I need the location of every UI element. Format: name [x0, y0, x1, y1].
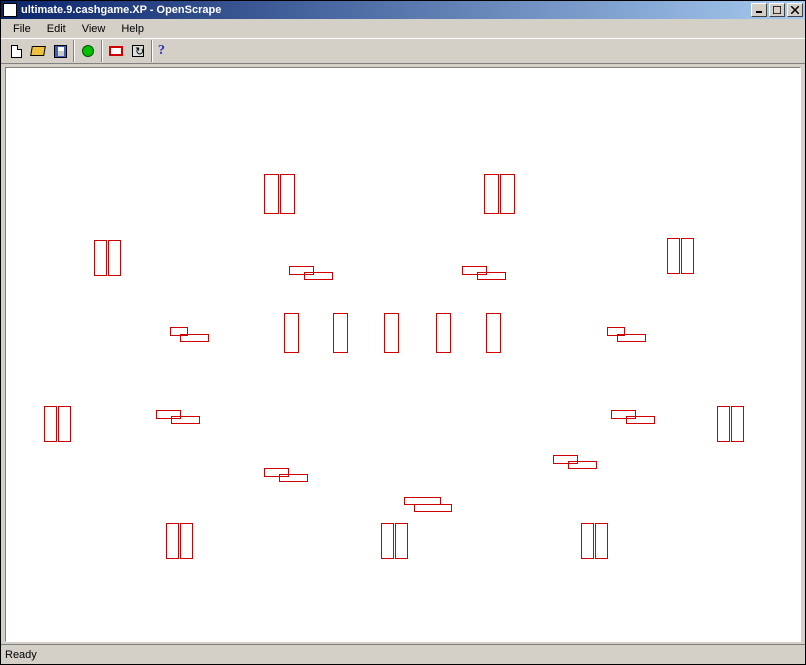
menu-view[interactable]: View: [74, 21, 114, 37]
menubar: File Edit View Help: [1, 19, 805, 38]
region-bet7-b[interactable]: [279, 474, 308, 482]
region-bet6-b[interactable]: [568, 461, 597, 469]
open-folder-icon: [30, 46, 46, 56]
region-board1[interactable]: [333, 313, 348, 353]
window-title: ultimate.9.cashgame.XP - OpenScrape: [21, 4, 751, 16]
toolbar: ?: [1, 38, 805, 64]
open-button[interactable]: [27, 40, 49, 62]
maximize-button[interactable]: [769, 3, 785, 17]
region-pot-b[interactable]: [414, 504, 452, 512]
region-bet5-b[interactable]: [626, 416, 655, 424]
minimize-button[interactable]: [751, 3, 767, 17]
canvas-area[interactable]: [5, 67, 801, 642]
region-p0-card1[interactable]: [280, 174, 295, 214]
save-button[interactable]: [49, 40, 71, 62]
new-button[interactable]: [5, 40, 27, 62]
region-p3-card1[interactable]: [681, 238, 694, 274]
connect-button[interactable]: [77, 40, 99, 62]
minimize-icon: [755, 6, 763, 14]
region-p2-card1[interactable]: [108, 240, 121, 276]
region-p7-card1[interactable]: [395, 523, 408, 559]
window-controls: [751, 3, 803, 17]
region-bet4-b[interactable]: [171, 416, 200, 424]
new-file-icon: [11, 45, 22, 58]
region-p5-card0[interactable]: [717, 406, 730, 442]
region-bet0-b[interactable]: [304, 272, 333, 280]
region-button[interactable]: [105, 40, 127, 62]
app-icon: [3, 3, 17, 17]
region-p4-card1[interactable]: [58, 406, 71, 442]
region-p6-card0[interactable]: [166, 523, 179, 559]
close-button[interactable]: [787, 3, 803, 17]
toolbar-separator: [151, 40, 153, 62]
toolbar-separator: [73, 40, 75, 62]
titlebar[interactable]: ultimate.9.cashgame.XP - OpenScrape: [1, 1, 805, 19]
region-board2[interactable]: [384, 313, 399, 353]
region-board0[interactable]: [284, 313, 299, 353]
app-window: ultimate.9.cashgame.XP - OpenScrape File…: [0, 0, 806, 665]
region-p8-card1[interactable]: [595, 523, 608, 559]
region-bet3-b[interactable]: [617, 334, 646, 342]
region-p5-card1[interactable]: [731, 406, 744, 442]
region-bet2-b[interactable]: [180, 334, 209, 342]
region-p6-card1[interactable]: [180, 523, 193, 559]
help-button[interactable]: ?: [155, 40, 177, 62]
toolbar-separator: [101, 40, 103, 62]
region-board3[interactable]: [436, 313, 451, 353]
region-p0-card0[interactable]: [264, 174, 279, 214]
maximize-icon: [773, 6, 781, 14]
refresh-button[interactable]: [127, 40, 149, 62]
menu-edit[interactable]: Edit: [39, 21, 74, 37]
region-bet1-b[interactable]: [477, 272, 506, 280]
region-p1-card1[interactable]: [500, 174, 515, 214]
status-text: Ready: [5, 649, 37, 661]
region-p7-card0[interactable]: [381, 523, 394, 559]
menu-help[interactable]: Help: [113, 21, 152, 37]
region-p4-card0[interactable]: [44, 406, 57, 442]
help-icon: ?: [158, 43, 174, 59]
region-p3-card0[interactable]: [667, 238, 680, 274]
region-p2-card0[interactable]: [94, 240, 107, 276]
statusbar: Ready: [1, 644, 805, 664]
close-icon: [791, 6, 799, 14]
green-circle-icon: [82, 45, 94, 57]
menu-file[interactable]: File: [5, 21, 39, 37]
region-board4[interactable]: [486, 313, 501, 353]
refresh-icon: [132, 45, 144, 57]
region-p1-card0[interactable]: [484, 174, 499, 214]
save-disk-icon: [54, 45, 67, 58]
region-p8-card0[interactable]: [581, 523, 594, 559]
region-rect-icon: [109, 46, 123, 56]
